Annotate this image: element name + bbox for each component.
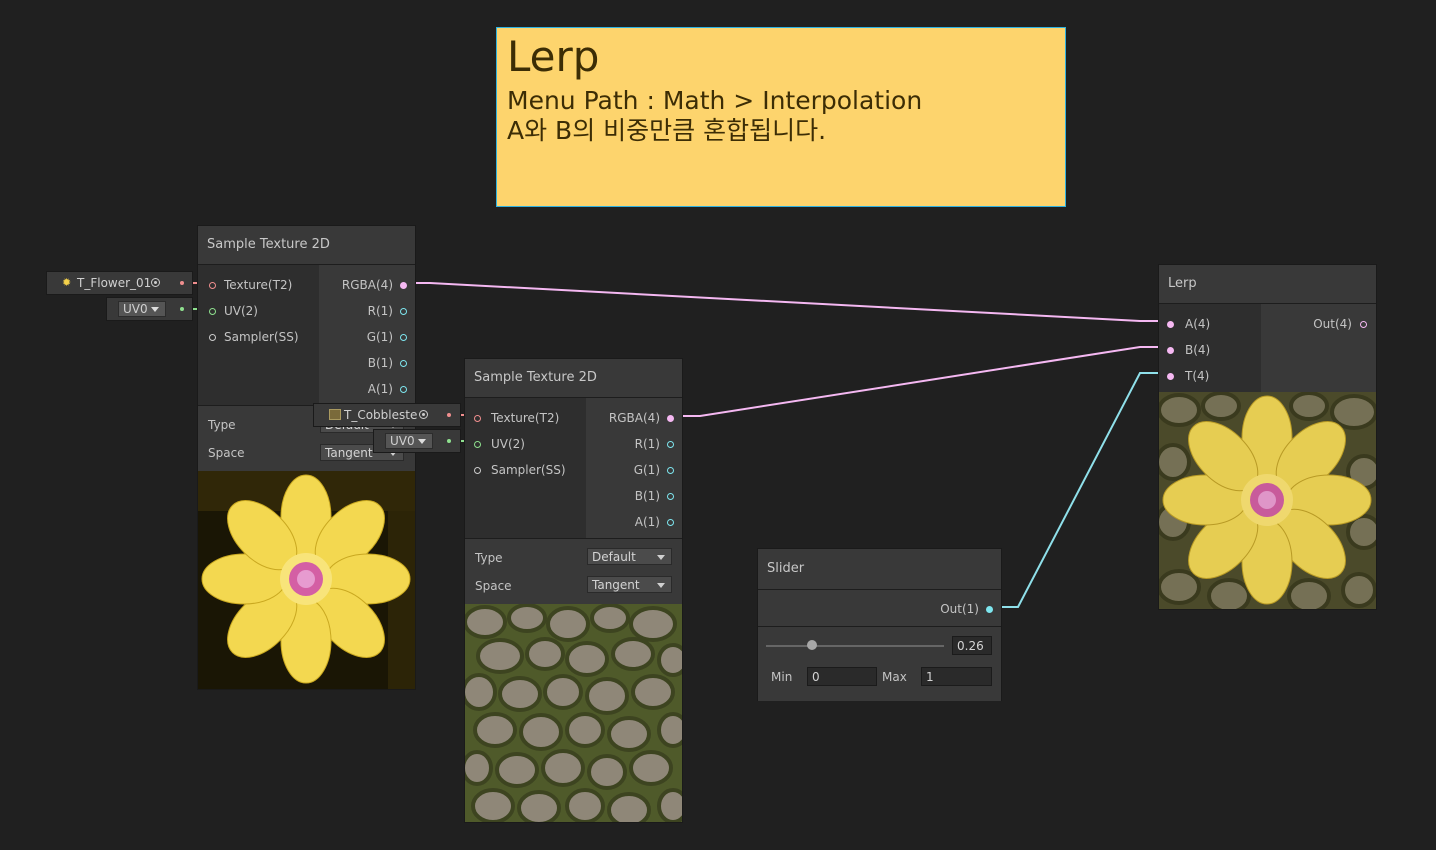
type-label: Type — [208, 418, 236, 432]
space-dropdown[interactable]: Tangent — [587, 576, 672, 593]
texture-name: T_Cobbleste — [344, 408, 418, 422]
space-label: Space — [208, 446, 245, 460]
output-r[interactable]: R(1) — [368, 304, 407, 318]
max-field[interactable]: 1 — [921, 667, 992, 686]
sample-texture-node-1[interactable]: Sample Texture 2D Texture(T2) UV(2) Samp… — [198, 226, 415, 689]
note-description: A와 B의 비중만큼 혼합됩니다. — [507, 116, 827, 145]
output-b[interactable]: B(1) — [635, 489, 674, 503]
wire-rgba1-to-a — [409, 282, 1165, 322]
type-dropdown[interactable]: Default — [587, 548, 672, 565]
inline-port-dot — [180, 307, 184, 311]
sun-icon: ✹ — [62, 276, 72, 289]
output-a[interactable]: A(1) — [635, 515, 674, 529]
slider-node[interactable]: Slider Out(1) 0.26 Min 0 Max 1 — [758, 549, 1001, 701]
input-sampler[interactable]: Sampler(SS) — [209, 330, 299, 344]
wire-slider-to-t — [994, 372, 1165, 608]
inline-port-dot — [180, 281, 184, 285]
node-title: Slider — [758, 549, 1001, 590]
output-r[interactable]: R(1) — [635, 437, 674, 451]
output-rgba[interactable]: RGBA(4) — [609, 411, 674, 425]
uv-dropdown[interactable]: UV0 — [385, 433, 433, 449]
uv-dropdown[interactable]: UV0 — [118, 301, 166, 317]
texture-inline-field-2[interactable]: T_Cobbleste — [314, 404, 460, 426]
input-texture[interactable]: Texture(T2) — [209, 278, 292, 292]
flower-preview-image — [198, 471, 415, 689]
input-b[interactable]: B(4) — [1167, 343, 1210, 357]
max-label: Max — [882, 670, 907, 684]
min-field[interactable]: 0 — [807, 667, 877, 686]
output-a[interactable]: A(1) — [368, 382, 407, 396]
type-label: Type — [475, 551, 503, 565]
input-texture[interactable]: Texture(T2) — [474, 411, 559, 425]
texture-name: T_Flower_01 — [77, 276, 152, 290]
node-title: Sample Texture 2D — [198, 226, 415, 265]
input-uv[interactable]: UV(2) — [209, 304, 258, 318]
note-body: Menu Path : Math > Interpolation A와 B의 비중… — [507, 86, 1055, 146]
sample-texture-node-2[interactable]: Sample Texture 2D Texture(T2) UV(2) Samp… — [465, 359, 682, 822]
space-label: Space — [475, 579, 512, 593]
inline-port-dot — [447, 413, 451, 417]
object-picker-icon[interactable] — [151, 278, 160, 287]
slider-handle[interactable] — [807, 640, 818, 650]
output-g[interactable]: G(1) — [634, 463, 674, 477]
slider-track[interactable] — [766, 645, 944, 647]
object-picker-icon[interactable] — [419, 410, 428, 419]
cobblestone-preview-image — [465, 604, 682, 822]
note-menu-path: Menu Path : Math > Interpolation — [507, 86, 923, 115]
texture-inline-field[interactable]: ✹ T_Flower_01 — [47, 272, 192, 294]
min-label: Min — [771, 670, 793, 684]
output-rgba[interactable]: RGBA(4) — [342, 278, 407, 292]
sticky-note[interactable]: Lerp Menu Path : Math > Interpolation A와 … — [496, 27, 1066, 207]
output-b[interactable]: B(1) — [368, 356, 407, 370]
wire-rgba2-to-b — [676, 346, 1165, 417]
node-title: Sample Texture 2D — [465, 359, 682, 398]
uv-inline-field[interactable]: UV0 — [107, 298, 192, 320]
note-title: Lerp — [507, 32, 600, 81]
texture-thumb-icon — [329, 409, 341, 420]
input-a[interactable]: A(4) — [1167, 317, 1210, 331]
output-out[interactable]: Out(4) — [1313, 317, 1367, 331]
output-out[interactable]: Out(1) — [940, 602, 993, 616]
input-sampler[interactable]: Sampler(SS) — [474, 463, 566, 477]
lerp-node[interactable]: Lerp A(4) B(4) T(4) Out(4) — [1159, 265, 1376, 609]
uv-inline-field-2[interactable]: UV0 — [374, 430, 460, 452]
input-t[interactable]: T(4) — [1167, 369, 1209, 383]
input-uv[interactable]: UV(2) — [474, 437, 525, 451]
lerp-preview-image — [1159, 392, 1376, 609]
output-g[interactable]: G(1) — [367, 330, 407, 344]
inline-port-dot — [447, 439, 451, 443]
slider-value-field[interactable]: 0.26 — [952, 636, 992, 655]
node-title: Lerp — [1159, 265, 1376, 304]
